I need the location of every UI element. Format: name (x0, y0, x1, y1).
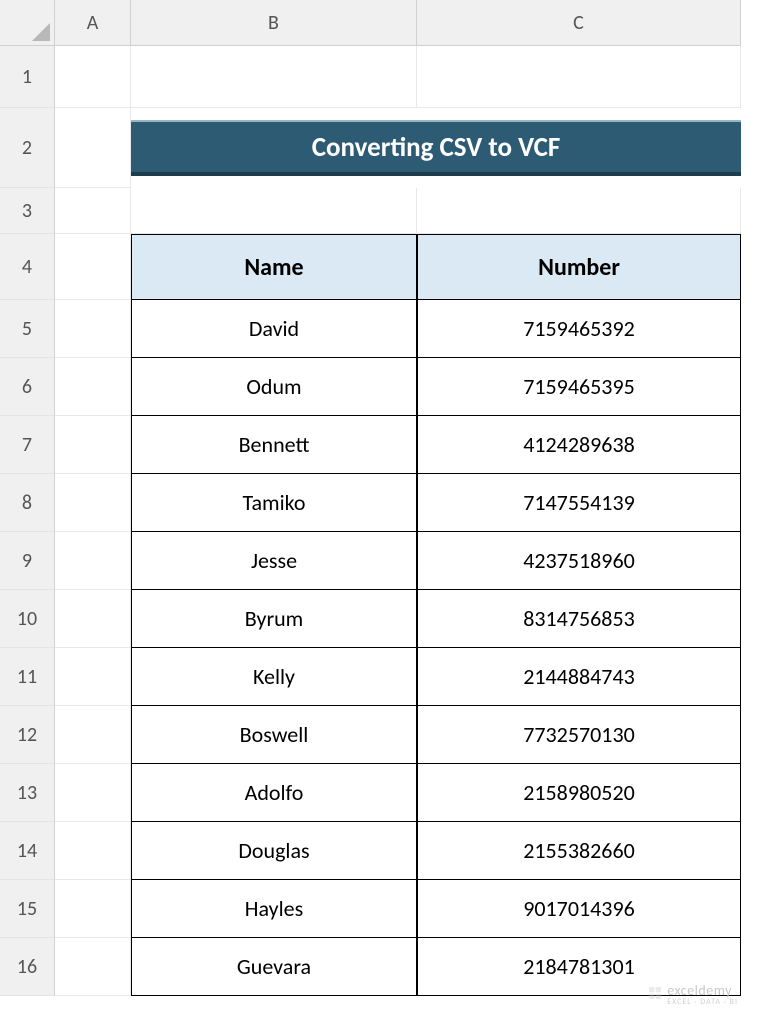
table-row[interactable]: Odum (131, 358, 417, 416)
table-row[interactable]: 2158980520 (417, 764, 741, 822)
watermark: exceldemy EXCEL · DATA · BI (647, 982, 738, 1007)
table-row[interactable]: Boswell (131, 706, 417, 764)
table-header-number[interactable]: Number (417, 234, 741, 300)
cell-c3[interactable] (417, 188, 741, 234)
table-row[interactable]: 7732570130 (417, 706, 741, 764)
table-row[interactable]: 4237518960 (417, 532, 741, 590)
cell-a14[interactable] (55, 822, 131, 880)
cell-a11[interactable] (55, 648, 131, 706)
cell-a15[interactable] (55, 880, 131, 938)
table-header-name[interactable]: Name (131, 234, 417, 300)
cell-b3[interactable] (131, 188, 417, 234)
table-row[interactable]: David (131, 300, 417, 358)
cell-a12[interactable] (55, 706, 131, 764)
table-row[interactable]: 8314756853 (417, 590, 741, 648)
table-row[interactable]: 7159465392 (417, 300, 741, 358)
row-header-16[interactable]: 16 (0, 938, 55, 996)
column-header-c[interactable]: C (417, 0, 741, 46)
cell-a7[interactable] (55, 416, 131, 474)
row-header-1[interactable]: 1 (0, 46, 55, 108)
cell-a6[interactable] (55, 358, 131, 416)
column-header-b[interactable]: B (131, 0, 417, 46)
row-header-6[interactable]: 6 (0, 358, 55, 416)
row-header-9[interactable]: 9 (0, 532, 55, 590)
row-header-10[interactable]: 10 (0, 590, 55, 648)
row-header-3[interactable]: 3 (0, 188, 55, 234)
cell-a5[interactable] (55, 300, 131, 358)
cell-a1[interactable] (55, 46, 131, 108)
row-header-15[interactable]: 15 (0, 880, 55, 938)
row-header-8[interactable]: 8 (0, 474, 55, 532)
table-row[interactable]: Guevara (131, 938, 417, 996)
table-row[interactable]: Jesse (131, 532, 417, 590)
select-all-corner[interactable] (0, 0, 55, 46)
table-row[interactable]: 7159465395 (417, 358, 741, 416)
watermark-tagline: EXCEL · DATA · BI (667, 997, 738, 1007)
table-row[interactable]: Kelly (131, 648, 417, 706)
row-header-13[interactable]: 13 (0, 764, 55, 822)
cell-a2[interactable] (55, 108, 131, 188)
cell-a16[interactable] (55, 938, 131, 996)
table-row[interactable]: Bennett (131, 416, 417, 474)
table-row[interactable]: Douglas (131, 822, 417, 880)
spreadsheet-grid: A B C 1 2 Converting CSV to VCF 3 4 Name… (0, 0, 768, 996)
table-row[interactable]: Hayles (131, 880, 417, 938)
column-header-a[interactable]: A (55, 0, 131, 46)
row-header-4[interactable]: 4 (0, 234, 55, 300)
row-header-2[interactable]: 2 (0, 108, 55, 188)
table-row[interactable]: Byrum (131, 590, 417, 648)
table-row[interactable]: Adolfo (131, 764, 417, 822)
cell-a10[interactable] (55, 590, 131, 648)
table-row[interactable]: Tamiko (131, 474, 417, 532)
table-row[interactable]: 2144884743 (417, 648, 741, 706)
cell-a4[interactable] (55, 234, 131, 300)
table-row[interactable]: 9017014396 (417, 880, 741, 938)
cell-a13[interactable] (55, 764, 131, 822)
watermark-icon (647, 985, 663, 1005)
row-header-11[interactable]: 11 (0, 648, 55, 706)
cell-c1[interactable] (417, 46, 741, 108)
cell-a3[interactable] (55, 188, 131, 234)
cell-b1[interactable] (131, 46, 417, 108)
cell-a8[interactable] (55, 474, 131, 532)
title-banner-wrap[interactable]: Converting CSV to VCF (131, 108, 741, 188)
table-row[interactable]: 7147554139 (417, 474, 741, 532)
row-header-7[interactable]: 7 (0, 416, 55, 474)
table-row[interactable]: 4124289638 (417, 416, 741, 474)
cell-a9[interactable] (55, 532, 131, 590)
title-banner: Converting CSV to VCF (131, 120, 741, 176)
row-header-14[interactable]: 14 (0, 822, 55, 880)
table-row[interactable]: 2155382660 (417, 822, 741, 880)
row-header-12[interactable]: 12 (0, 706, 55, 764)
row-header-5[interactable]: 5 (0, 300, 55, 358)
